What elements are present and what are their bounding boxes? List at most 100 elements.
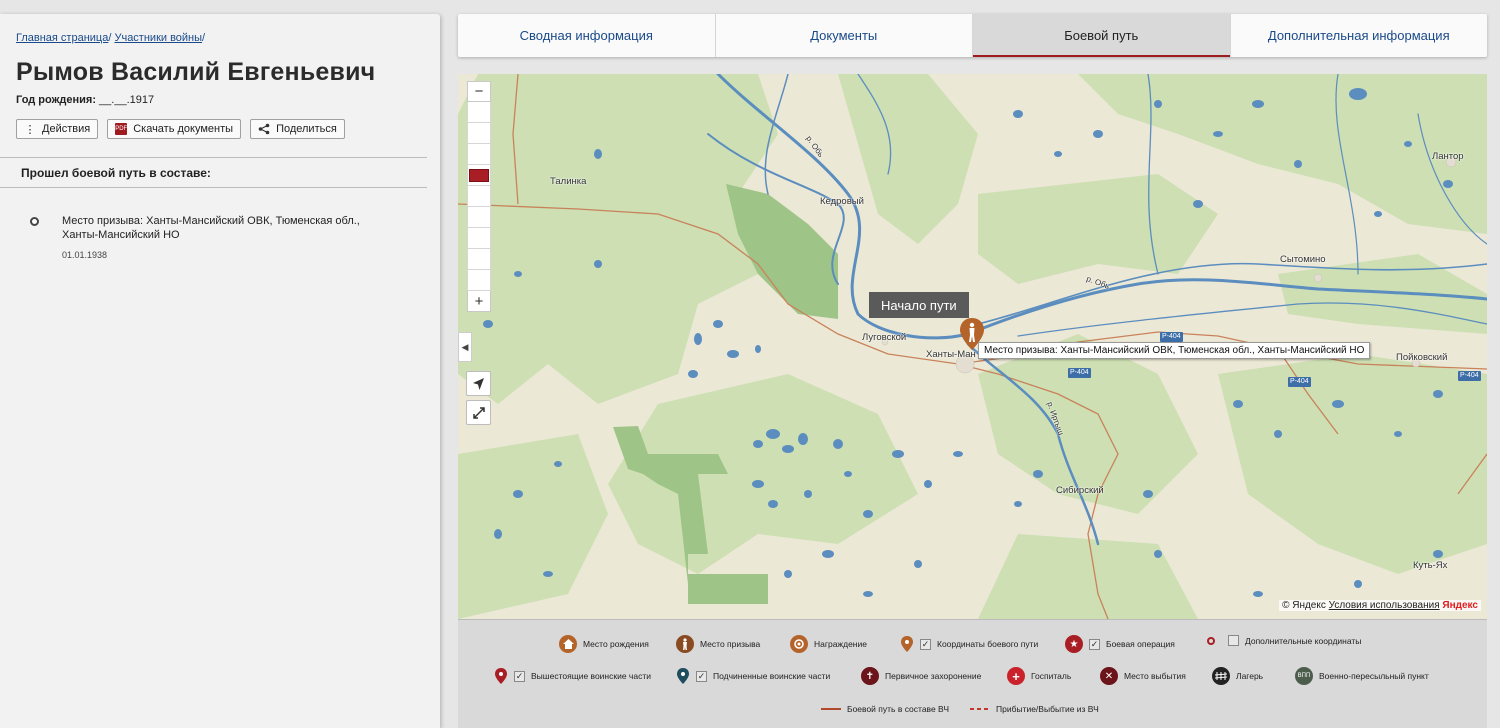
- zoom-slider-handle[interactable]: [467, 165, 491, 186]
- vpp-icon: ВПП: [1295, 667, 1313, 685]
- breadcrumb-separator: /: [202, 32, 206, 44]
- legend-label: Место выбытия: [1124, 671, 1186, 681]
- breadcrumb: Главная страница/ Участники войны/: [16, 32, 205, 44]
- legend-departure-place: ✕ Место выбытия: [1100, 667, 1186, 685]
- zoom-step[interactable]: [467, 249, 491, 270]
- copyright-text: © Яндекс: [1282, 600, 1326, 611]
- map[interactable]: Талинка Кедровый Луговской Ханты-Ман Лан…: [458, 74, 1487, 619]
- path-point-icon: [30, 217, 39, 226]
- download-documents-button[interactable]: PDF Скачать документы: [107, 119, 242, 139]
- zoom-out-button[interactable]: −: [467, 81, 491, 102]
- tab-summary[interactable]: Сводная информация: [458, 14, 716, 57]
- breadcrumb-home-link[interactable]: Главная страница: [16, 32, 108, 44]
- road-badge: Р-404: [1068, 368, 1091, 378]
- higher-units-checkbox[interactable]: ✓: [514, 670, 525, 682]
- expand-icon: [472, 406, 485, 419]
- yandex-logo: Яндекс: [1442, 600, 1478, 611]
- download-button-label: Скачать документы: [133, 123, 234, 135]
- legend-label: Боевая операция: [1106, 639, 1175, 649]
- breadcrumb-section-link[interactable]: Участники войны: [114, 32, 202, 44]
- camp-fence-icon: [1212, 667, 1230, 685]
- zoom-step[interactable]: [467, 144, 491, 165]
- legend-label: Госпиталь: [1031, 671, 1072, 681]
- legend-birth-place: Место рождения: [559, 635, 649, 653]
- share-button[interactable]: Поделиться: [250, 119, 345, 139]
- star-icon: ★: [1065, 635, 1083, 653]
- home-icon: [559, 635, 577, 653]
- fullscreen-button[interactable]: [466, 400, 491, 425]
- cross-icon: ✝: [861, 667, 879, 685]
- tab-additional-info[interactable]: Дополнительная информация: [1231, 14, 1488, 57]
- share-button-label: Поделиться: [276, 123, 337, 135]
- birth-label: Год рождения:: [16, 94, 96, 106]
- zoom-step[interactable]: [467, 123, 491, 144]
- legend-label: Вышестоящие воинские части: [531, 671, 651, 681]
- legend-higher-units: ✓ Вышестоящие воинские части: [494, 667, 651, 685]
- legend-label: Дополнительные координаты: [1245, 635, 1362, 646]
- legend-label: Место призыва: [700, 639, 761, 649]
- tab-documents[interactable]: Документы: [716, 14, 973, 57]
- start-of-path-tooltip: Начало пути: [869, 292, 969, 318]
- page-title: Рымов Василий Евгеньевич: [16, 58, 376, 86]
- legend-transit-point: ВПП Военно-пересыльный пункт: [1295, 667, 1429, 685]
- legend-label: Боевой путь в составе ВЧ: [847, 704, 950, 714]
- map-label-kedrovy: Кедровый: [820, 196, 864, 207]
- tab-bar: Сводная информация Документы Боевой путь…: [458, 14, 1487, 57]
- divider: [0, 157, 427, 158]
- breadcrumb-separator: /: [108, 32, 112, 44]
- left-panel: Главная страница/ Участники войны/ Рымов…: [0, 14, 440, 728]
- road-badge: Р-404: [1288, 377, 1311, 387]
- terms-of-use-link[interactable]: Условия использования: [1329, 600, 1440, 611]
- tab-combat-path[interactable]: Боевой путь: [973, 14, 1231, 57]
- birth-value: __.__.1917: [99, 94, 155, 106]
- map-label-sibirsky: Сибирский: [1056, 485, 1104, 496]
- more-vertical-icon: ⋮: [24, 123, 36, 136]
- medical-cross-icon: +: [1007, 667, 1025, 685]
- geolocation-button[interactable]: [466, 371, 491, 396]
- soldier-icon: [676, 635, 694, 653]
- map-label-sytomino: Сытомино: [1280, 254, 1326, 265]
- birth-year: Год рождения: __.__.1917: [16, 94, 154, 106]
- pdf-icon: PDF: [115, 123, 128, 135]
- legend-primary-burial: ✝ Первичное захоронение: [861, 667, 981, 685]
- legend-camp: Лагерь: [1212, 667, 1263, 685]
- map-label-lantor: Лантор: [1432, 151, 1464, 162]
- map-label-lugovskoy: Луговской: [862, 332, 907, 343]
- legend-label: Координаты боевого пути: [937, 639, 1039, 649]
- action-buttons: ⋮ Действия PDF Скачать документы Поделит…: [16, 119, 345, 139]
- legend-subordinate-units: ✓ Подчиненные воинские части: [676, 667, 830, 685]
- subordinate-units-checkbox[interactable]: ✓: [696, 670, 707, 682]
- road-badge: Р-404: [1160, 332, 1183, 342]
- legend-combat-operation: ★ ✓ Боевая операция: [1065, 635, 1175, 653]
- legend-path-line: Боевой путь в составе ВЧ: [821, 704, 949, 714]
- zoom-control: − +: [467, 81, 491, 312]
- navigation-arrow-icon: [472, 377, 484, 390]
- actions-button-label: Действия: [42, 123, 91, 135]
- map-pin-icon: [677, 668, 689, 684]
- zoom-step[interactable]: [467, 228, 491, 249]
- zoom-step[interactable]: [467, 186, 491, 207]
- x-icon: ✕: [1100, 667, 1118, 685]
- actions-button[interactable]: ⋮ Действия: [16, 119, 99, 139]
- legend-additional-coordinates: Дополнительные координаты: [1206, 635, 1361, 646]
- combat-path-heading: Прошел боевой путь в составе:: [21, 166, 211, 180]
- road-badge: Р-404: [1458, 371, 1481, 381]
- path-coordinates-checkbox[interactable]: ✓: [920, 638, 931, 650]
- path-item-date: 01.01.1938: [62, 250, 108, 260]
- map-pin-icon: [901, 636, 913, 652]
- zoom-step[interactable]: [467, 207, 491, 228]
- map-pin-icon: [495, 668, 507, 684]
- zoom-step[interactable]: [467, 102, 491, 123]
- legend-label: Лагерь: [1236, 671, 1264, 681]
- combat-operation-checkbox[interactable]: ✓: [1089, 638, 1100, 650]
- zoom-step[interactable]: [467, 270, 491, 291]
- dot-icon: [1207, 636, 1215, 645]
- map-label-kut-yakh: Куть-Ях: [1413, 560, 1448, 571]
- share-icon: [258, 123, 270, 135]
- divider: [0, 187, 427, 188]
- path-item-text: Место призыва: Ханты-Мансийский ОВК, Тюм…: [62, 215, 360, 241]
- zoom-in-button[interactable]: +: [467, 291, 491, 312]
- map-legend: Место рождения Место призыва Награждение…: [458, 619, 1487, 728]
- additional-coordinates-checkbox[interactable]: [1228, 635, 1239, 646]
- collapse-panel-button[interactable]: ◀: [458, 332, 472, 362]
